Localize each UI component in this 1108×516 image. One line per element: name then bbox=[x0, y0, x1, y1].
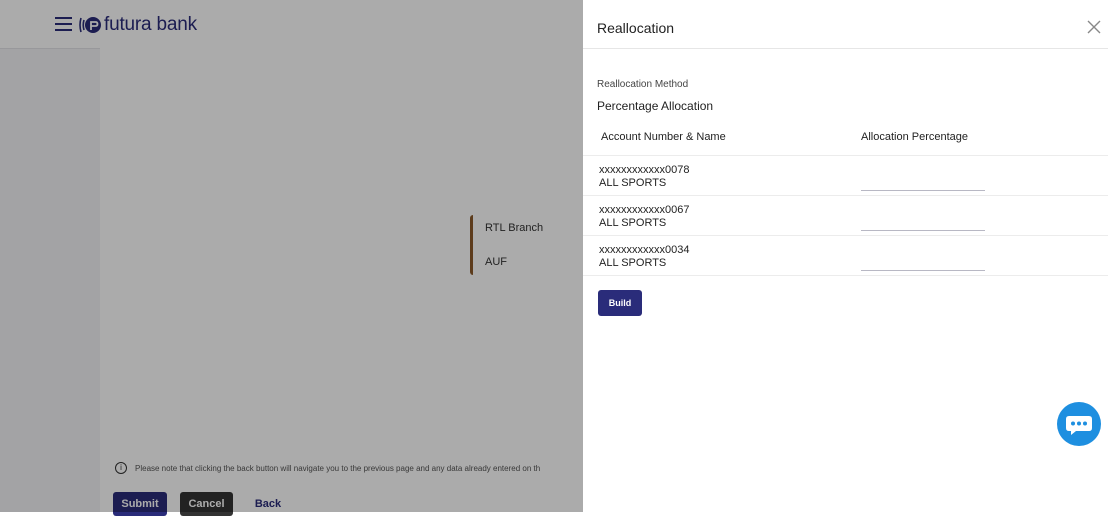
build-button[interactable]: Build bbox=[598, 290, 642, 316]
account-number: xxxxxxxxxxxx0067 bbox=[599, 204, 690, 216]
table-row: xxxxxxxxxxxx0034 ALL SPORTS bbox=[583, 235, 1108, 276]
percentage-input[interactable] bbox=[861, 256, 985, 271]
column-header-account: Account Number & Name bbox=[601, 131, 726, 143]
panel-title: Reallocation bbox=[597, 20, 675, 36]
reallocation-panel: Reallocation Reallocation Method Percent… bbox=[583, 0, 1108, 512]
table-row: xxxxxxxxxxxx0067 ALL SPORTS bbox=[583, 195, 1108, 235]
column-header-percentage: Allocation Percentage bbox=[861, 131, 969, 143]
table-row: xxxxxxxxxxxx0078 ALL SPORTS bbox=[583, 155, 1108, 195]
method-label: Reallocation Method bbox=[597, 79, 689, 90]
panel-divider bbox=[583, 48, 1108, 49]
percentage-input[interactable] bbox=[861, 176, 985, 191]
percentage-input[interactable] bbox=[861, 216, 985, 231]
account-name: ALL SPORTS bbox=[599, 257, 667, 269]
close-icon[interactable] bbox=[1085, 18, 1103, 36]
method-value: Percentage Allocation bbox=[597, 99, 714, 113]
chat-icon bbox=[1066, 416, 1092, 435]
account-number: xxxxxxxxxxxx0034 bbox=[599, 244, 690, 256]
account-name: ALL SPORTS bbox=[599, 177, 667, 189]
chat-button[interactable] bbox=[1057, 402, 1101, 446]
account-name: ALL SPORTS bbox=[599, 217, 667, 229]
modal-overlay[interactable] bbox=[0, 0, 583, 512]
account-number: xxxxxxxxxxxx0078 bbox=[599, 164, 690, 176]
